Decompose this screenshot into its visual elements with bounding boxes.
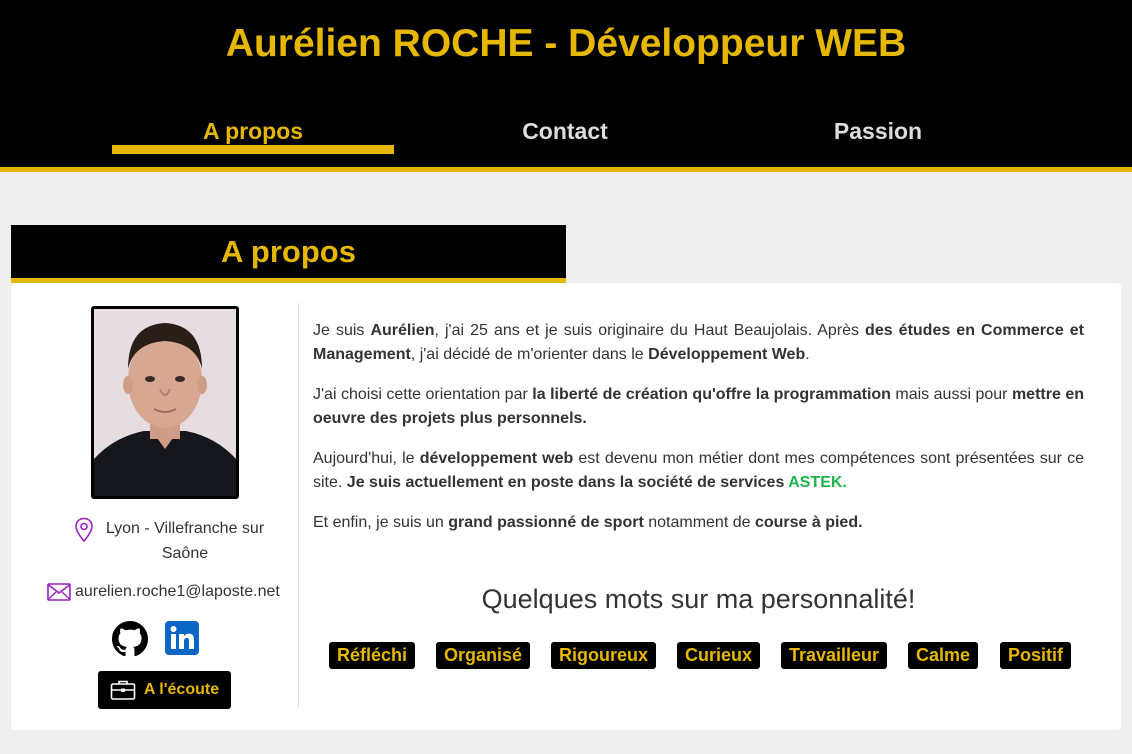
listening-button[interactable]: A l'écoute <box>98 671 231 709</box>
mail-icon <box>47 583 71 601</box>
about-paragraph: Aujourd'hui, le développement web est de… <box>313 450 1085 491</box>
nav-item-passion[interactable]: Passion <box>737 118 1019 145</box>
about-text: Je suis Aurélien, j'ai 25 ans et je suis… <box>313 319 1084 551</box>
personality-tag: Curieux <box>677 642 761 669</box>
column-divider <box>298 303 299 708</box>
personality-tags: Réfléchi Organisé Rigoureux Curieux Trav… <box>313 642 1084 670</box>
listening-button-label: A l'écoute <box>143 681 220 698</box>
location-text: Lyon - Villefranche sur Saône <box>105 520 265 562</box>
email-text: aurelien.roche1@laposte.net <box>75 583 280 600</box>
about-card: Lyon - Villefranche sur Saône aurelien.r… <box>11 283 1121 730</box>
site-header: Aurélien ROCHE - Développeur WEB A propo… <box>0 0 1132 172</box>
site-title: Aurélien ROCHE - Développeur WEB <box>225 22 907 65</box>
briefcase-icon <box>110 680 136 700</box>
main-nav: A propos Contact Passion <box>0 118 1132 158</box>
nav-label: Contact <box>522 118 608 144</box>
nav-active-underline <box>112 145 394 154</box>
email-line: aurelien.roche1@laposte.net <box>47 582 280 602</box>
personality-title: Quelques mots sur ma personnalité! <box>481 584 916 614</box>
location-pin-icon <box>75 517 93 543</box>
section-title: A propos <box>11 225 566 283</box>
linkedin-icon <box>165 621 199 655</box>
personality-tag: Organisé <box>436 642 531 669</box>
nav-item-contact[interactable]: Contact <box>424 118 706 145</box>
about-paragraph: Et enfin, je suis un grand passionné de … <box>313 514 863 531</box>
personality-tag: Réfléchi <box>329 642 416 669</box>
personality-tag: Calme <box>908 642 979 669</box>
personality-tag: Rigoureux <box>551 642 657 669</box>
location: Lyon - Villefranche sur Saône <box>71 516 271 566</box>
nav-item-a-propos[interactable]: A propos <box>112 118 394 154</box>
astek-link[interactable]: ASTEK. <box>788 474 847 491</box>
about-paragraph: Je suis Aurélien, j'ai 25 ans et je suis… <box>313 322 1084 363</box>
linkedin-link[interactable] <box>165 621 201 657</box>
personality-tag: Travailleur <box>781 642 888 669</box>
github-icon <box>112 621 148 657</box>
profile-sidebar: Lyon - Villefranche sur Saône aurelien.r… <box>11 283 298 730</box>
github-link[interactable] <box>112 621 148 657</box>
profile-photo <box>91 306 239 499</box>
about-paragraph: J'ai choisi cette orientation par la lib… <box>313 386 1084 427</box>
personality-tag: Positif <box>1000 642 1072 669</box>
nav-label: Passion <box>833 118 923 144</box>
nav-label: A propos <box>202 118 304 144</box>
